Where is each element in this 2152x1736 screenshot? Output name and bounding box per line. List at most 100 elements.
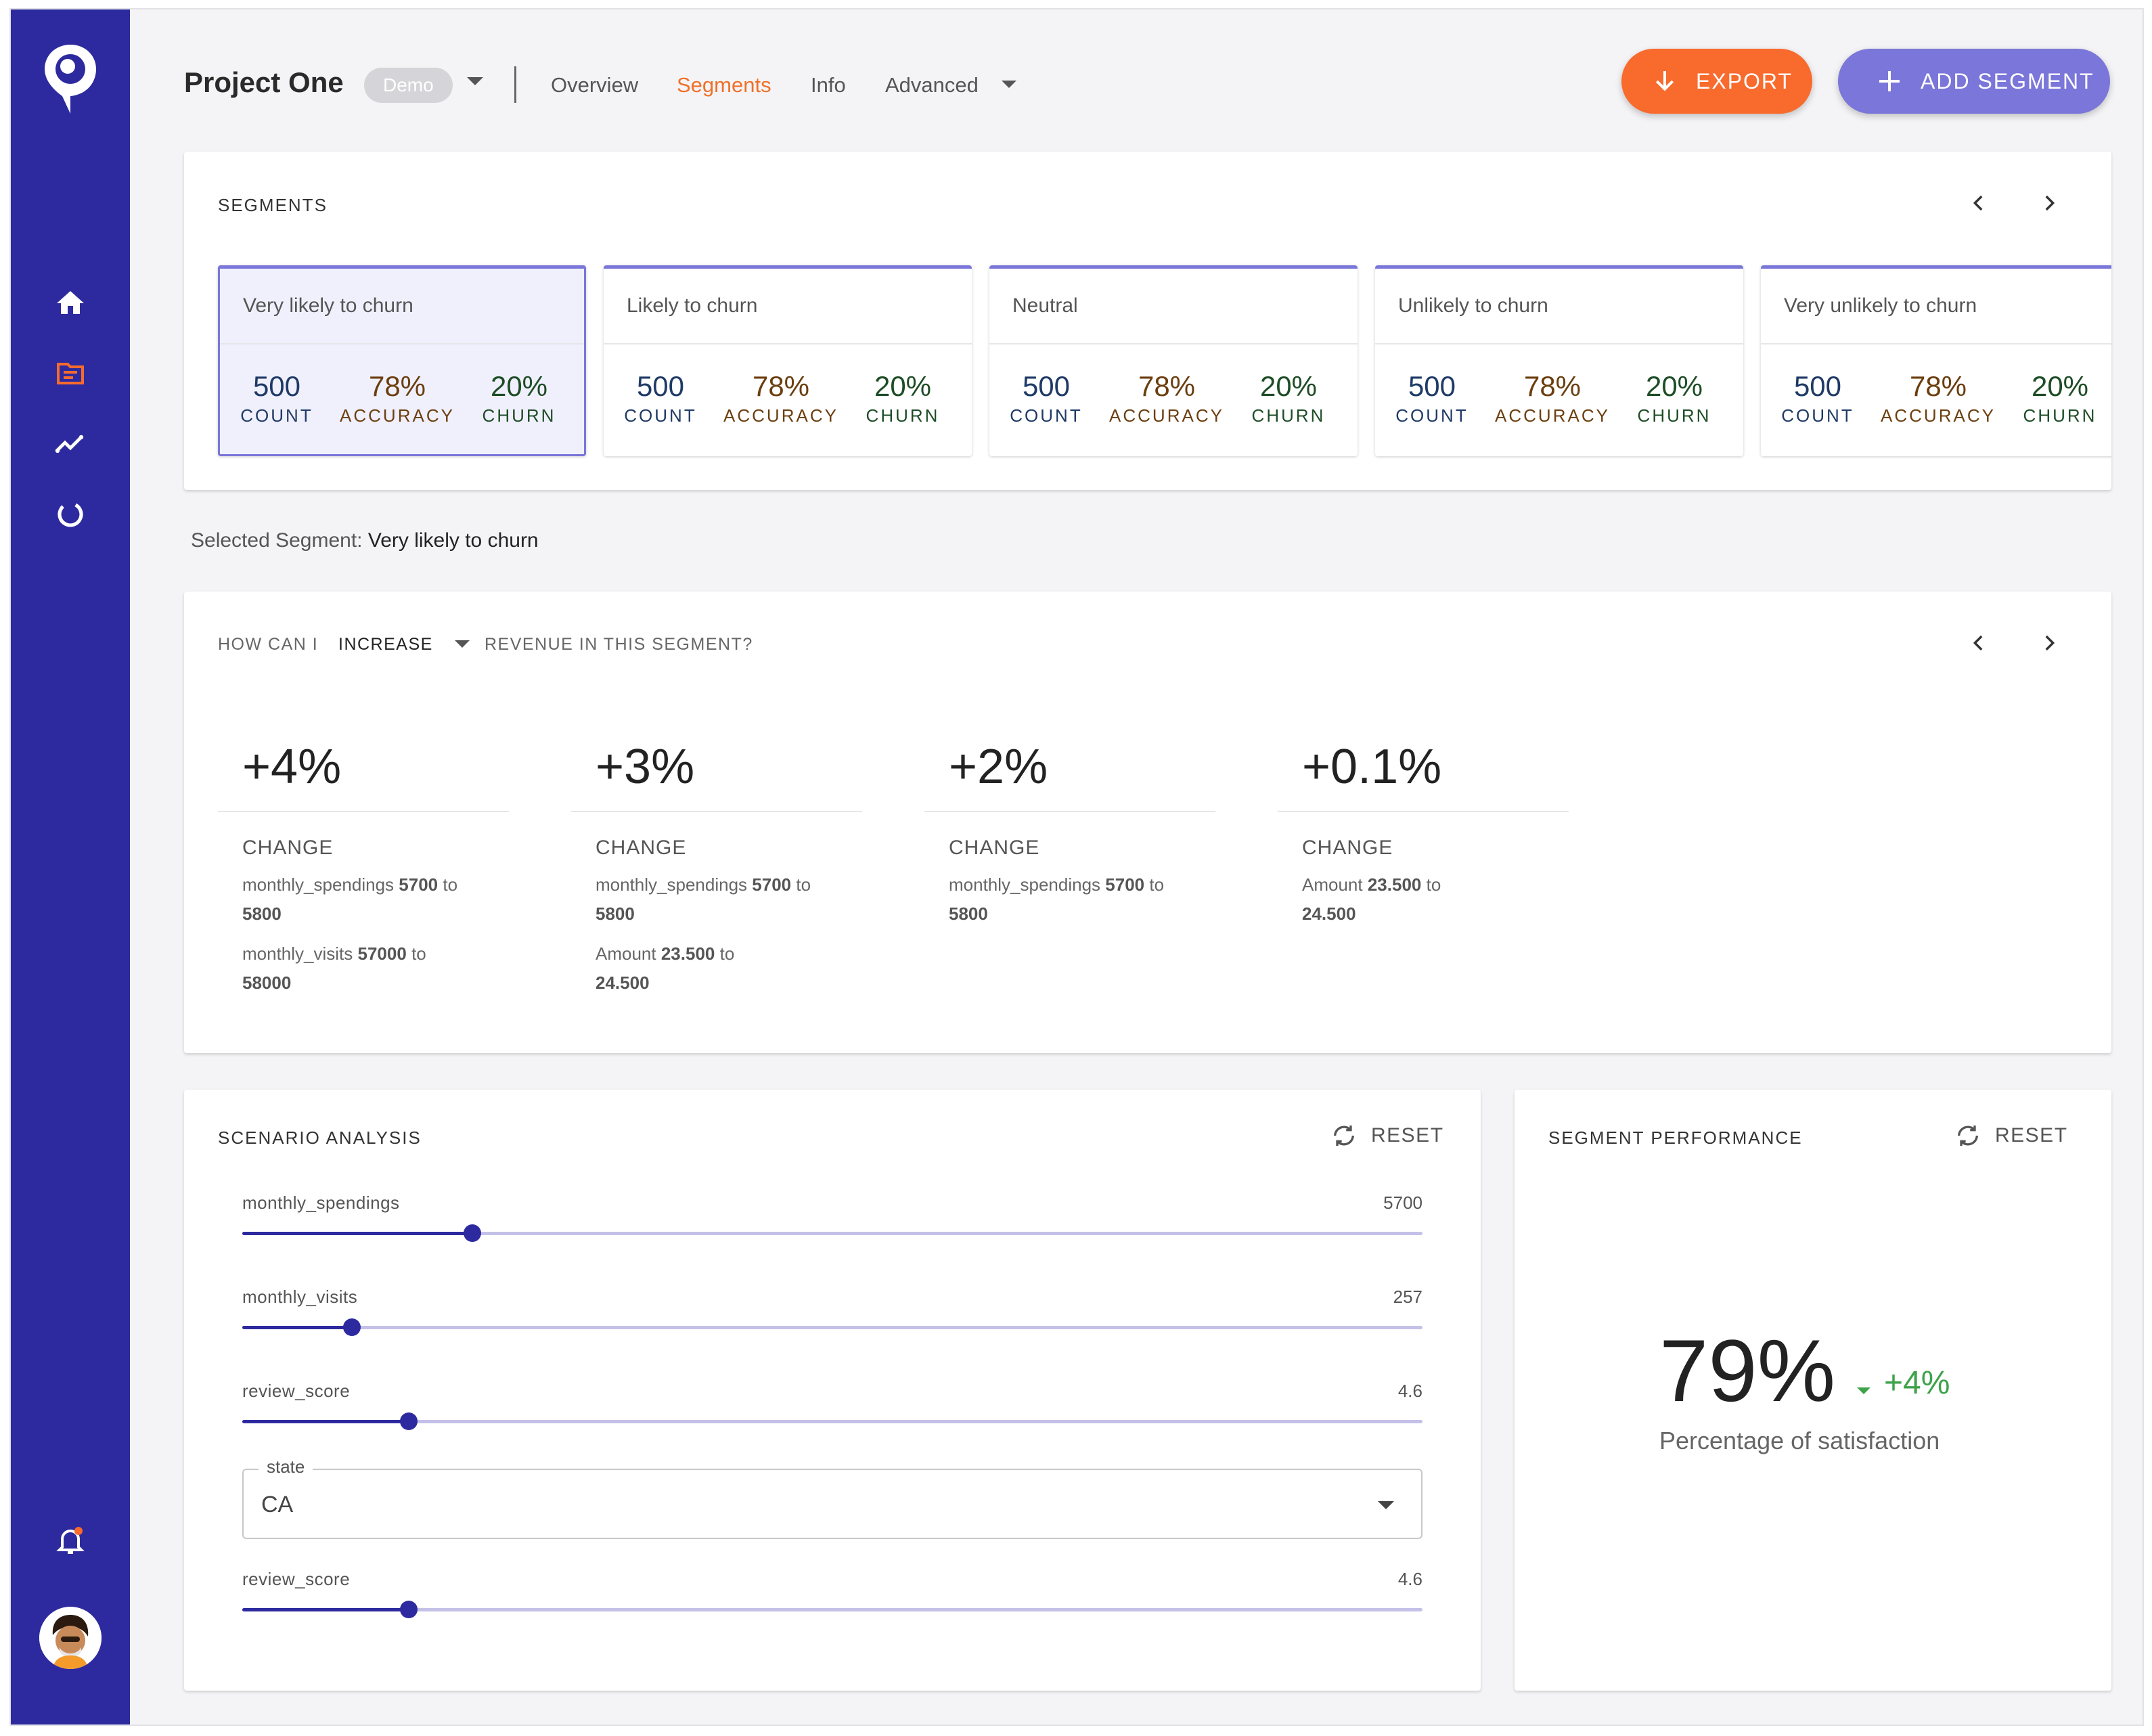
segment-churn: 20% CHURN (2023, 370, 2097, 426)
change-divider (571, 811, 862, 812)
slider-fill (242, 1232, 473, 1235)
chevron-left-icon[interactable] (1965, 629, 1992, 656)
segment-name: Likely to churn (627, 294, 758, 317)
state-select[interactable]: state CA (242, 1456, 1422, 1539)
caret-down-icon (1857, 1387, 1870, 1394)
trend-icon[interactable] (50, 424, 91, 464)
sidebar (11, 9, 130, 1724)
segment-name: Neutral (1012, 294, 1078, 317)
app-logo-icon[interactable] (42, 42, 99, 116)
segment-churn: 20% CHURN (1638, 370, 1711, 426)
change-from: 5700 (399, 874, 439, 895)
slider-track[interactable] (242, 1224, 1422, 1242)
arrow-down-icon (1655, 71, 1674, 91)
demo-badge: Demo (364, 68, 453, 103)
slider-track[interactable] (242, 1412, 1422, 1430)
export-button-label: EXPORT (1696, 68, 1793, 93)
segment-divider (1375, 343, 1743, 344)
segment-accuracy-value: 78% (1138, 370, 1196, 402)
project-dropdown-caret-icon[interactable] (467, 77, 483, 85)
advanced-dropdown-caret-icon[interactable] (1002, 81, 1016, 88)
segment-accuracy-value: 78% (368, 370, 426, 402)
segment-accuracy: 78% ACCURACY (723, 370, 838, 426)
refresh-icon (1334, 1126, 1354, 1146)
state-select-caret-icon[interactable] (1378, 1501, 1394, 1509)
nav-segments[interactable]: Segments (677, 73, 771, 97)
slider-handle[interactable] (399, 1412, 418, 1430)
chevron-left-icon[interactable] (1965, 190, 1992, 217)
segment-churn-label: CHURN (2023, 405, 2097, 426)
segment-tile[interactable]: Very unlikely to churn 500 COUNT 78% ACCURAC… (1761, 265, 2111, 456)
performance-reset-button[interactable]: RESET (1954, 1122, 2068, 1149)
segment-accuracy-value: 78% (1523, 370, 1582, 402)
slider-handle[interactable] (464, 1224, 482, 1242)
slider-label: review_score (242, 1569, 351, 1589)
change-to: 24.500 (1302, 904, 1356, 924)
change-from: 57000 (357, 943, 407, 964)
change-detail: Amount 23.500 to 24.500 (1278, 870, 1569, 929)
change-to: 5800 (596, 904, 635, 924)
slider-value: 4.6 (1397, 1569, 1422, 1589)
nav-advanced[interactable]: Advanced (885, 73, 979, 97)
segment-count-value: 500 (252, 370, 301, 402)
chevron-right-icon[interactable] (2036, 190, 2063, 217)
change-suggestion: +0.1% CHANGE Amount 23.500 to 24.500 (1278, 736, 1569, 929)
slider-label: monthly_spendings (242, 1193, 400, 1213)
nav-overview[interactable]: Overview (551, 73, 638, 97)
segment-tile[interactable]: Likely to churn 500 COUNT 78% ACCURACY 20% CHU… (604, 265, 972, 456)
slider-track[interactable] (242, 1601, 1422, 1618)
question-prefix: HOW CAN I (218, 635, 319, 654)
selected-segment-label: Selected Segment: (191, 529, 363, 552)
segment-divider (604, 343, 972, 344)
satisfaction-delta: +4% (1884, 1365, 1950, 1401)
segment-churn: 20% CHURN (1252, 370, 1326, 426)
slider-fill (242, 1420, 409, 1423)
slider-fill (242, 1326, 353, 1329)
segment-churn-value: 20% (874, 370, 932, 402)
segment-accuracy-value: 78% (1909, 370, 1967, 402)
selected-segment-value: Very likely to churn (367, 529, 539, 552)
segments-icon[interactable] (50, 353, 91, 394)
change-suggestion: +3% CHANGE monthly_spendings 5700 to 5800 Am… (571, 736, 862, 998)
project-title: Project One (184, 66, 344, 98)
change-label: CHANGE (242, 837, 334, 859)
slider-handle[interactable] (343, 1318, 361, 1336)
user-avatar[interactable] (39, 1607, 102, 1669)
nav-info[interactable]: Info (811, 73, 846, 97)
change-divider (1278, 811, 1569, 812)
segment-accuracy-label: ACCURACY (1495, 405, 1610, 426)
segment-accuracy: 78% ACCURACY (340, 370, 455, 426)
change-value: +0.1% (1302, 740, 1442, 794)
slider-handle[interactable] (399, 1601, 418, 1618)
progress-icon[interactable] (50, 494, 91, 535)
segment-count: 500 COUNT (240, 370, 313, 426)
goal-select[interactable]: INCREASE (338, 635, 433, 654)
change-value: +3% (596, 740, 695, 794)
home-icon[interactable] (50, 283, 91, 324)
export-button[interactable]: EXPORT (1621, 49, 1812, 114)
segment-tile[interactable]: Unlikely to churn 500 COUNT 78% ACCURACY 20% C… (1375, 265, 1743, 456)
change-field: Amount (596, 943, 656, 964)
segment-tile[interactable]: Neutral 500 COUNT 78% ACCURACY 20% CHURN (989, 265, 1358, 456)
change-field: monthly_spendings (949, 874, 1101, 895)
change-from: 23.500 (660, 943, 715, 964)
scenario-reset-button[interactable]: RESET (1330, 1122, 1444, 1149)
add-segment-button[interactable]: ADD SEGMENT (1838, 49, 2110, 114)
slider-track[interactable] (242, 1318, 1422, 1336)
segment-count-value: 500 (1793, 370, 1842, 402)
segment-count: 500 COUNT (1010, 370, 1082, 426)
change-detail: monthly_spendings 5700 to 5800 (218, 870, 509, 929)
change-divider (218, 811, 509, 812)
change-divider (924, 811, 1215, 812)
notification-bell-icon[interactable] (50, 1520, 91, 1561)
segment-churn: 20% CHURN (483, 370, 556, 426)
change-field: monthly_visits (242, 943, 353, 964)
change-suggestion: +2% CHANGE monthly_spendings 5700 to 5800 (924, 736, 1215, 929)
segment-name: Unlikely to churn (1398, 294, 1548, 317)
segment-tile[interactable]: Very likely to churn 500 COUNT 78% ACCURACY 2… (218, 265, 586, 456)
segment-churn-value: 20% (490, 370, 548, 402)
change-field: monthly_spendings (242, 874, 395, 895)
goal-select-caret-icon[interactable] (455, 640, 470, 648)
chevron-right-icon[interactable] (2036, 629, 2063, 656)
segments-card: SEGMENTS Very likely to churn 500 COUNT 78%… (184, 152, 2111, 490)
